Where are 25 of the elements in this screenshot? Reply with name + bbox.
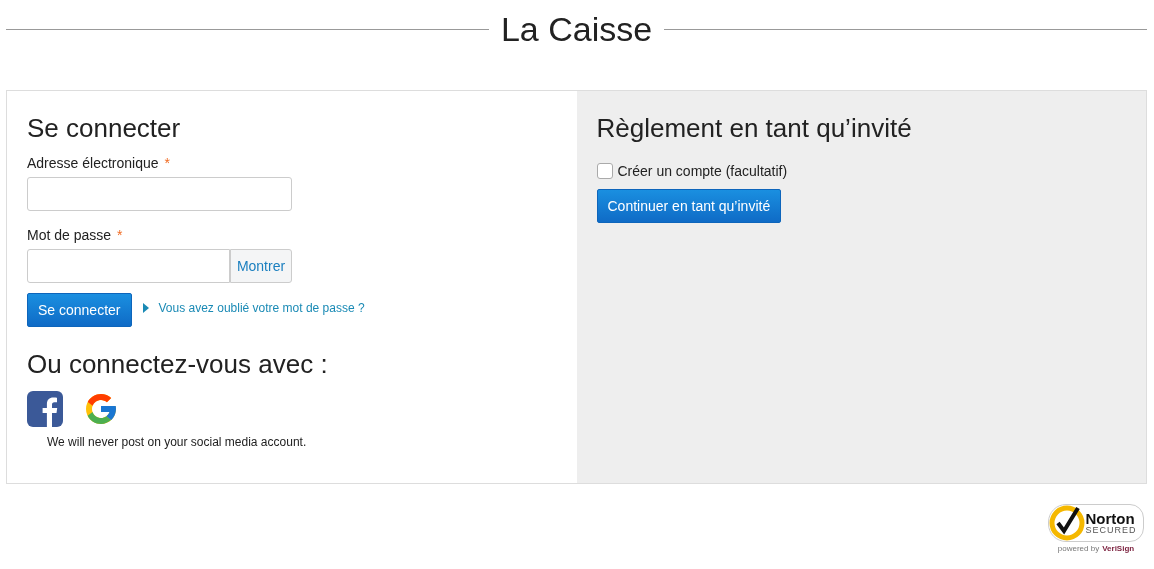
page-title: La Caisse <box>500 9 653 49</box>
badge-status: SECURED <box>1085 526 1137 535</box>
checkmark-icon <box>1049 505 1086 541</box>
show-button[interactable]: Montrer <box>230 249 292 283</box>
password-field[interactable] <box>27 249 230 283</box>
field-label: Adresse électronique <box>27 155 159 171</box>
caret-icon <box>142 303 149 313</box>
checkbox-label: Créer un compte (facultatif) <box>617 163 788 179</box>
login-button[interactable]: Se connecter <box>27 293 132 327</box>
powered-by-text: powered by <box>1057 544 1100 553</box>
required-mark: * <box>164 155 170 171</box>
forgot-password-link[interactable]: Vous avez oublié votre mot de passe ? <box>158 301 365 315</box>
badge-name: Norton <box>1085 511 1136 526</box>
field-label: Mot de passe <box>27 227 112 243</box>
email-field[interactable] <box>27 177 292 211</box>
section-heading: Règlement en tant qu’invité <box>596 112 913 145</box>
facebook-icon[interactable] <box>27 391 63 427</box>
section-heading: Se connecter <box>27 112 182 145</box>
required-mark: * <box>117 227 123 243</box>
create-account-checkbox[interactable] <box>596 163 613 179</box>
google-icon[interactable] <box>83 391 119 427</box>
provider-name: VeriSign <box>1102 544 1135 553</box>
guest-checkout-button[interactable]: Continuer en tant qu’invité <box>596 189 782 223</box>
disclaimer-text: We will never post on your social media account. <box>47 435 308 449</box>
section-heading: Ou connectez-vous avec : <box>27 348 329 381</box>
